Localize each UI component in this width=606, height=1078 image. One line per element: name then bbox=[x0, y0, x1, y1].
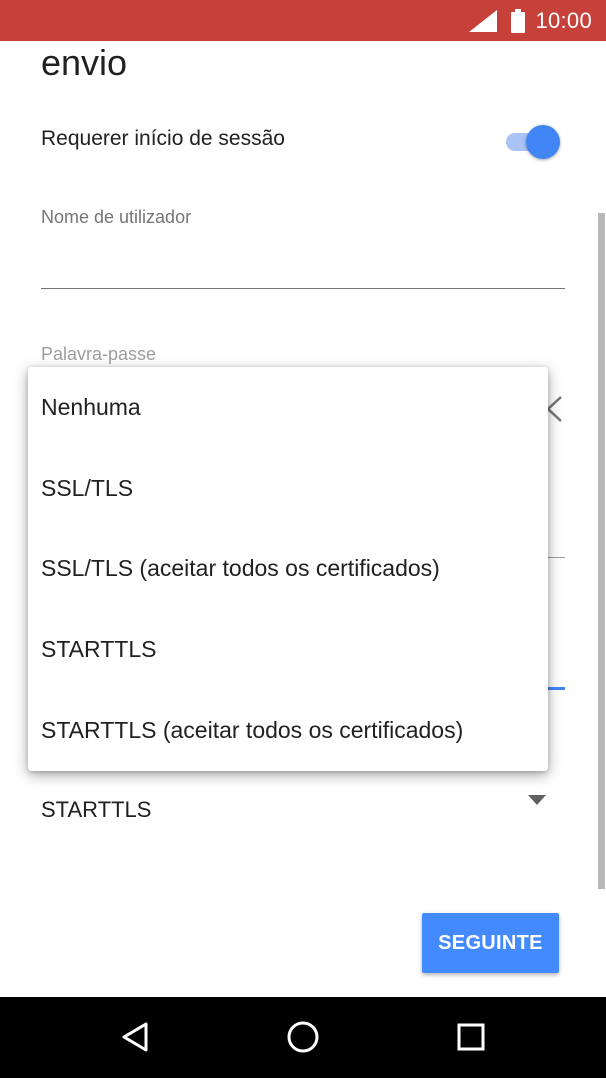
menu-item-ssl-tls-accept-all[interactable]: SSL/TLS (aceitar todos os certificados) bbox=[28, 529, 548, 610]
status-bar: 10:00 bbox=[0, 0, 606, 41]
require-login-label: Requerer início de sessão bbox=[41, 127, 285, 150]
menu-item-starttls-accept-all[interactable]: STARTTLS (aceitar todos os certificados) bbox=[28, 690, 548, 771]
username-label: Nome de utilizador bbox=[41, 207, 192, 227]
navigation-bar bbox=[0, 997, 606, 1078]
next-button[interactable]: SEGUINTE bbox=[422, 913, 559, 973]
field-underline-focused bbox=[548, 687, 565, 690]
field-underline bbox=[548, 557, 565, 558]
signal-icon bbox=[469, 9, 498, 32]
battery-icon bbox=[511, 8, 526, 33]
menu-item-none[interactable]: Nenhuma bbox=[28, 367, 548, 448]
section-title: envio bbox=[41, 42, 128, 83]
menu-item-ssl-tls[interactable]: SSL/TLS bbox=[28, 448, 548, 529]
security-type-selected[interactable]: STARTTLS bbox=[41, 797, 151, 823]
menu-item-starttls[interactable]: STARTTLS bbox=[28, 609, 548, 690]
require-login-toggle[interactable] bbox=[504, 121, 562, 161]
home-icon bbox=[287, 1021, 319, 1053]
scrollbar[interactable] bbox=[598, 213, 605, 889]
toggle-thumb bbox=[526, 125, 560, 159]
status-time: 10:00 bbox=[535, 7, 592, 33]
back-button[interactable] bbox=[116, 1017, 156, 1057]
recent-apps-icon bbox=[457, 1023, 485, 1051]
username-input[interactable] bbox=[41, 249, 565, 289]
back-icon bbox=[122, 1022, 148, 1052]
security-type-menu: Nenhuma SSL/TLS SSL/TLS (aceitar todos o… bbox=[28, 367, 548, 771]
dropdown-arrow-icon[interactable] bbox=[528, 795, 546, 805]
password-label: Palavra-passe bbox=[41, 344, 157, 364]
recent-apps-button[interactable] bbox=[451, 1017, 491, 1057]
home-button[interactable] bbox=[283, 1017, 323, 1057]
